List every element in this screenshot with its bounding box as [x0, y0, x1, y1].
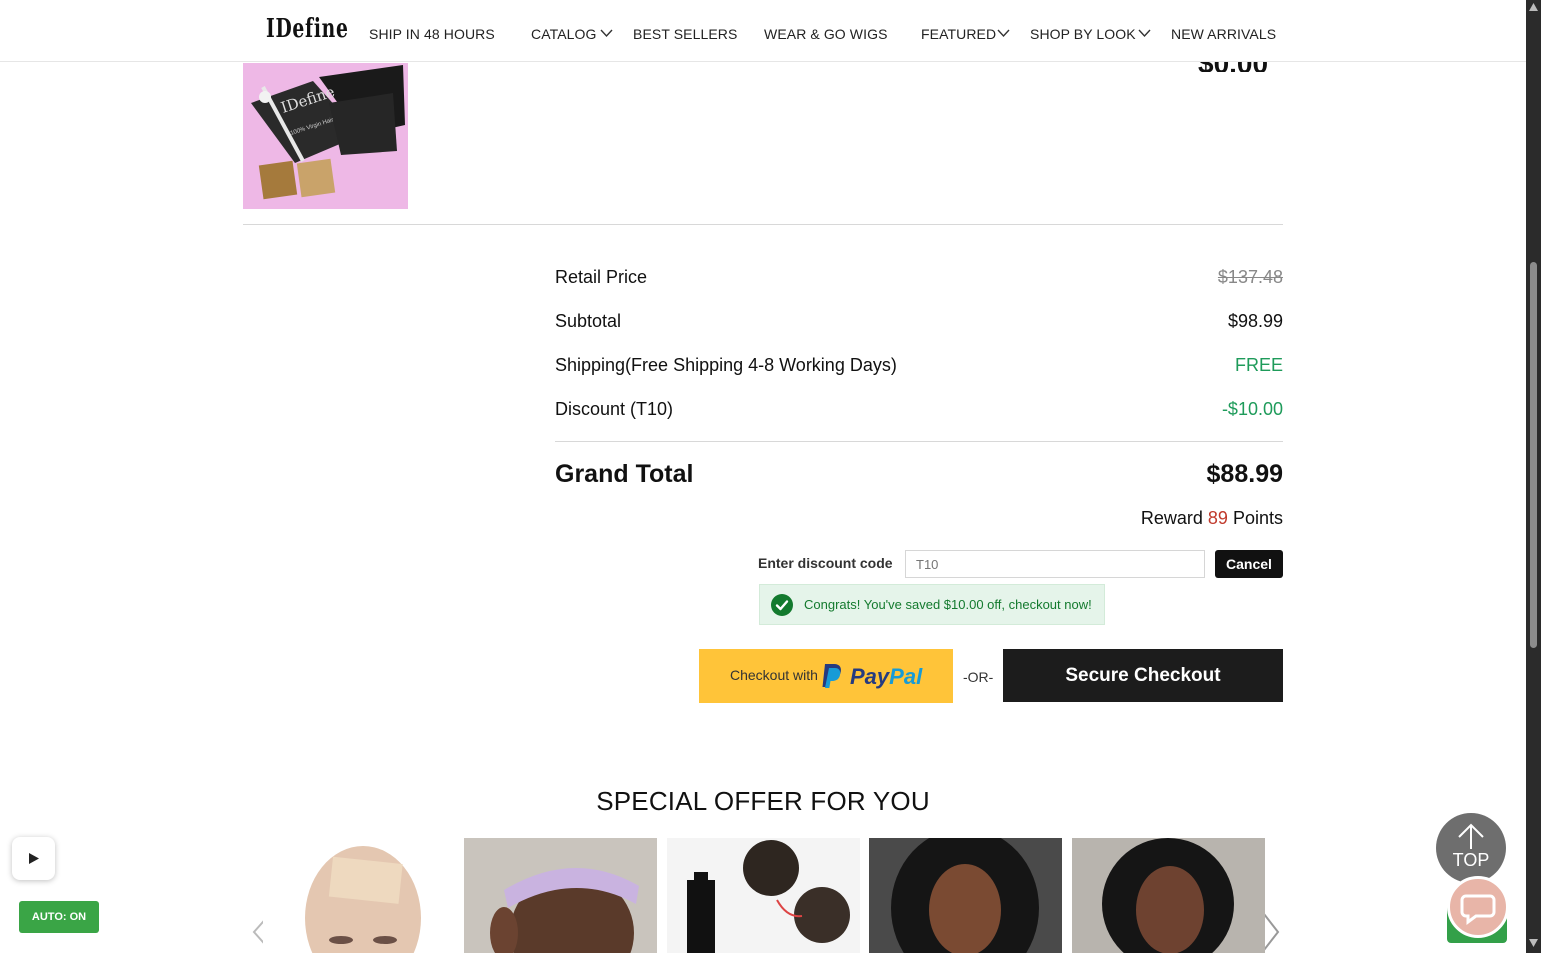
page-scrollbar[interactable] — [1526, 0, 1541, 953]
chevron-down-icon[interactable] — [1138, 28, 1151, 38]
section-divider — [243, 224, 1283, 225]
bob-wig-model-image — [1072, 838, 1265, 953]
nav-ship-48-hours[interactable]: SHIP IN 48 HOURS — [369, 26, 495, 42]
chat-icon — [1460, 894, 1496, 925]
retail-price-value: $137.48 — [1217, 267, 1283, 287]
headband-product-image — [464, 838, 657, 953]
discount-code-input[interactable] — [905, 550, 1205, 578]
offer-product-card[interactable] — [869, 838, 1062, 953]
curly-wig-model-image — [869, 838, 1062, 953]
nav-featured[interactable]: FEATURED — [921, 26, 996, 42]
play-icon — [29, 853, 39, 864]
or-separator: -OR- — [963, 669, 994, 685]
site-logo[interactable]: IDefine — [266, 14, 349, 44]
wig-cap-product-image — [263, 838, 456, 953]
play-button[interactable] — [12, 837, 55, 880]
scroll-up-icon[interactable] — [1529, 3, 1538, 11]
paypal-logo-icon — [822, 664, 841, 688]
reward-prefix: Reward — [1140, 508, 1203, 528]
paypal-prefix: Checkout with — [730, 667, 818, 683]
chat-button[interactable] — [1447, 876, 1509, 938]
product-image[interactable]: IDefine 100% Virgin Hair — [243, 63, 408, 209]
special-offer-title: SPECIAL OFFER FOR YOU — [596, 786, 930, 816]
cancel-discount-button[interactable]: Cancel — [1215, 550, 1283, 578]
auto-toggle-button[interactable]: AUTO: ON — [19, 901, 99, 933]
grand-total-label: Grand Total — [555, 460, 694, 488]
offer-product-card[interactable] — [263, 838, 456, 953]
shipping-label: Shipping(Free Shipping 4-8 Working Days) — [555, 355, 897, 375]
retail-price-label: Retail Price — [555, 267, 648, 287]
success-text: Congrats! You've saved $10.00 off, check… — [804, 597, 1092, 612]
reward-points-count: 89 — [1207, 508, 1228, 528]
scrollbar-thumb[interactable] — [1530, 262, 1537, 648]
check-circle-icon — [771, 594, 793, 616]
product-box-illustration: IDefine 100% Virgin Hair — [243, 63, 408, 209]
nav-best-sellers[interactable]: BEST SELLERS — [633, 26, 737, 42]
scroll-down-icon[interactable] — [1529, 939, 1538, 947]
nav-wear-go-wigs[interactable]: WEAR & GO WIGS — [764, 26, 888, 42]
offer-product-card[interactable] — [464, 838, 657, 953]
reward-points: Reward 89 Points — [1141, 508, 1283, 529]
secure-checkout-button[interactable]: Secure Checkout — [1003, 649, 1283, 702]
discount-value: -$10.00 — [1221, 399, 1283, 419]
discount-label: Discount (T10) — [555, 399, 674, 419]
discount-code-label: Enter discount code — [758, 555, 893, 571]
offer-product-card[interactable] — [1072, 838, 1265, 953]
offer-product-card[interactable] — [667, 838, 860, 953]
reward-suffix: Points — [1232, 508, 1283, 528]
subtotal-value: $98.99 — [1227, 311, 1283, 331]
paypal-wordmark: PayPal — [850, 664, 923, 689]
sealer-product-image — [667, 838, 860, 953]
chevron-down-icon[interactable] — [997, 28, 1010, 38]
grand-total-value: $88.99 — [1206, 460, 1283, 488]
chevron-down-icon[interactable] — [600, 28, 613, 38]
back-to-top-label: TOP — [1452, 850, 1490, 870]
nav-catalog[interactable]: CATALOG — [531, 26, 597, 42]
back-to-top-button[interactable]: TOP — [1436, 813, 1506, 883]
shipping-value: FREE — [1234, 355, 1283, 375]
nav-shop-by-look[interactable]: SHOP BY LOOK — [1030, 26, 1136, 42]
summary-divider — [555, 441, 1283, 442]
nav-new-arrivals[interactable]: NEW ARRIVALS — [1171, 26, 1276, 42]
paypal-checkout-button[interactable]: Checkout with PayPal — [699, 649, 953, 703]
site-header: IDefine SHIP IN 48 HOURS CATALOG BEST SE… — [0, 0, 1526, 62]
subtotal-label: Subtotal — [555, 311, 622, 331]
discount-success-message: Congrats! You've saved $10.00 off, check… — [759, 584, 1105, 625]
